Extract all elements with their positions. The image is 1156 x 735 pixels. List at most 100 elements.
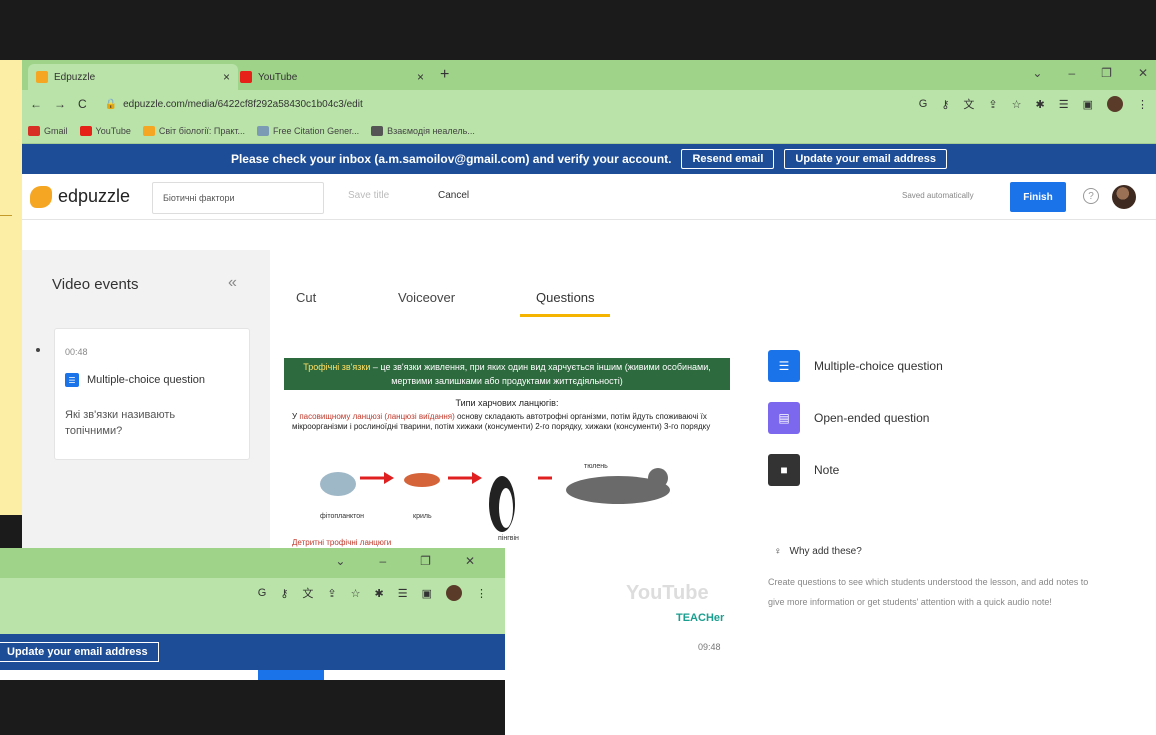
sidepanel-icon[interactable]: ▣ [1083,98,1093,111]
minimize-icon[interactable]: – [379,554,386,568]
verify-banner: Please check your inbox (a.m.samoilov@gm… [22,144,1156,174]
close-tab-icon[interactable]: × [417,70,424,84]
chain-label: пінгвін [498,534,519,542]
overlay-window-controls: ⌄ – ❐ ✕ [335,554,475,568]
resend-email-button[interactable]: Resend email [681,149,775,169]
add-multiple-choice-button[interactable]: ☰ Multiple-choice question [768,350,943,382]
event-time: 00:48 [65,347,88,357]
key-icon[interactable]: ⚷ [280,587,288,600]
bookmark-genetics[interactable]: Взаємодія неалель... [371,125,475,136]
star-icon[interactable]: ☆ [351,587,361,600]
chevron-down-icon[interactable]: ⌄ [1032,66,1042,80]
share-icon[interactable]: ⇪ [988,98,997,111]
update-email-button[interactable]: Update your email address [0,642,159,662]
edpuzzle-favicon-icon [36,71,48,83]
close-window-icon[interactable]: ✕ [1138,66,1148,80]
chain-label: фітопланктон [320,512,364,520]
phytoplankton-image [320,472,356,496]
edpuzzle-logo-icon [30,185,52,208]
arrow-head [472,472,482,484]
back-icon[interactable]: ← [30,97,42,111]
slide-text-red: пасовищному ланцюзі (ланцюзі виїдання) [299,412,455,421]
overlay-header-strip [0,670,505,680]
star-icon[interactable]: ☆ [1012,98,1022,111]
finish-button[interactable]: Finish [1010,182,1066,212]
translate-icon[interactable]: 文 [302,585,313,601]
lightbulb-icon: ♀ [774,546,782,557]
slide-text: У пасовищному ланцюзі (ланцюзі виїдання)… [292,412,722,432]
restore-icon[interactable]: ❐ [420,554,431,568]
update-email-button[interactable]: Update your email address [784,149,948,169]
detritus-heading: Детритні трофічні ланцюги [292,538,392,547]
bookmark-label: YouTube [95,125,131,136]
menu-icon[interactable]: ⋮ [476,587,487,600]
sidepanel-icon[interactable]: ▣ [422,587,432,600]
verify-text: Please check your inbox (a.m.samoilov@gm… [230,152,672,166]
overlay-finish-button[interactable] [258,670,324,680]
add-note-button[interactable]: ■ Note [768,454,839,486]
arrow-head [384,472,394,484]
add-open-ended-button[interactable]: ▤ Open-ended question [768,402,929,434]
address-bar: ← → C 🔒 edpuzzle.com/media/6422cf8f292a5… [22,90,1156,118]
event-type-label: Multiple-choice question [87,374,206,386]
bookmark-label: Взаємодія неалель... [387,125,475,136]
google-icon[interactable]: G [919,98,928,110]
forward-icon[interactable]: → [54,97,66,111]
url-text: edpuzzle.com/media/6422cf8f292a58430c1b0… [123,98,363,110]
edpuzzle-logo[interactable]: edpuzzle [30,185,130,208]
video-title-input[interactable]: Біотичні фактори [152,182,324,214]
why-title-text: Why add these? [789,546,862,557]
editor-header: edpuzzle Біотичні фактори Save title Can… [22,174,1156,220]
profile-avatar[interactable] [446,585,462,601]
tab-cut[interactable]: Cut [296,290,316,305]
menu-icon[interactable]: ⋮ [1137,98,1148,111]
event-card[interactable]: 00:48 ☰ Multiple-choice question Які зв'… [54,328,250,460]
share-icon[interactable]: ⇪ [327,587,336,600]
profile-avatar[interactable] [1107,96,1123,112]
user-avatar[interactable] [1112,185,1136,209]
new-tab-icon[interactable]: + [440,66,449,84]
chain-label: тюлень [584,463,608,470]
bookmark-biology[interactable]: Світ біології: Практ... [142,125,246,136]
puzzle-icon[interactable]: ✱ [375,587,384,600]
reload-icon[interactable]: C [78,97,87,111]
why-add-title: ♀ Why add these? [774,546,862,557]
question-type-label: Multiple-choice question [814,359,943,373]
cancel-button[interactable]: Cancel [438,190,469,201]
key-icon[interactable]: ⚷ [941,98,949,111]
puzzle-icon[interactable]: ✱ [1036,98,1045,111]
save-status: Saved automatically [902,191,974,200]
translate-icon[interactable]: 文 [963,96,974,112]
collapse-icon[interactable]: « [228,274,237,292]
reading-list-icon[interactable]: ☰ [1059,98,1069,111]
bookmark-citation[interactable]: Free Citation Gener... [257,125,359,136]
blogger-icon [142,125,155,136]
minimize-icon[interactable]: – [1068,66,1075,80]
gmail-icon [28,125,40,136]
help-icon[interactable]: ? [1083,188,1099,204]
chevron-down-icon[interactable]: ⌄ [335,554,345,568]
video-duration: 09:48 [698,642,721,652]
close-tab-icon[interactable]: × [223,70,230,84]
overlay-lower [0,670,505,735]
question-type-label: Open-ended question [814,411,930,425]
event-bullet [36,348,40,352]
tab-questions[interactable]: Questions [536,290,595,305]
tab-title: YouTube [258,71,298,83]
bookmark-youtube[interactable]: YouTube [79,125,131,136]
krill-image [404,473,440,487]
close-window-icon[interactable]: ✕ [465,554,475,568]
google-icon[interactable]: G [258,587,267,599]
restore-icon[interactable]: ❐ [1101,66,1112,80]
bookmark-gmail[interactable]: Gmail [28,125,68,136]
reading-list-icon[interactable]: ☰ [398,587,408,600]
url-field[interactable]: 🔒 edpuzzle.com/media/6422cf8f292a58430c1… [99,93,907,115]
tab-voiceover[interactable]: Voiceover [398,290,455,305]
bookmark-label: Світ біології: Практ... [158,125,246,136]
save-title-button[interactable]: Save title [348,190,389,201]
lock-icon: 🔒 [104,98,118,110]
tab-bar: Edpuzzle × YouTube × + ⌄ – ❐ ✕ [22,60,1156,90]
tab-youtube[interactable]: YouTube × [232,64,432,90]
tab-edpuzzle[interactable]: Edpuzzle × [28,64,238,90]
slide-heading-highlight: Трофічні зв'язки [303,362,371,372]
